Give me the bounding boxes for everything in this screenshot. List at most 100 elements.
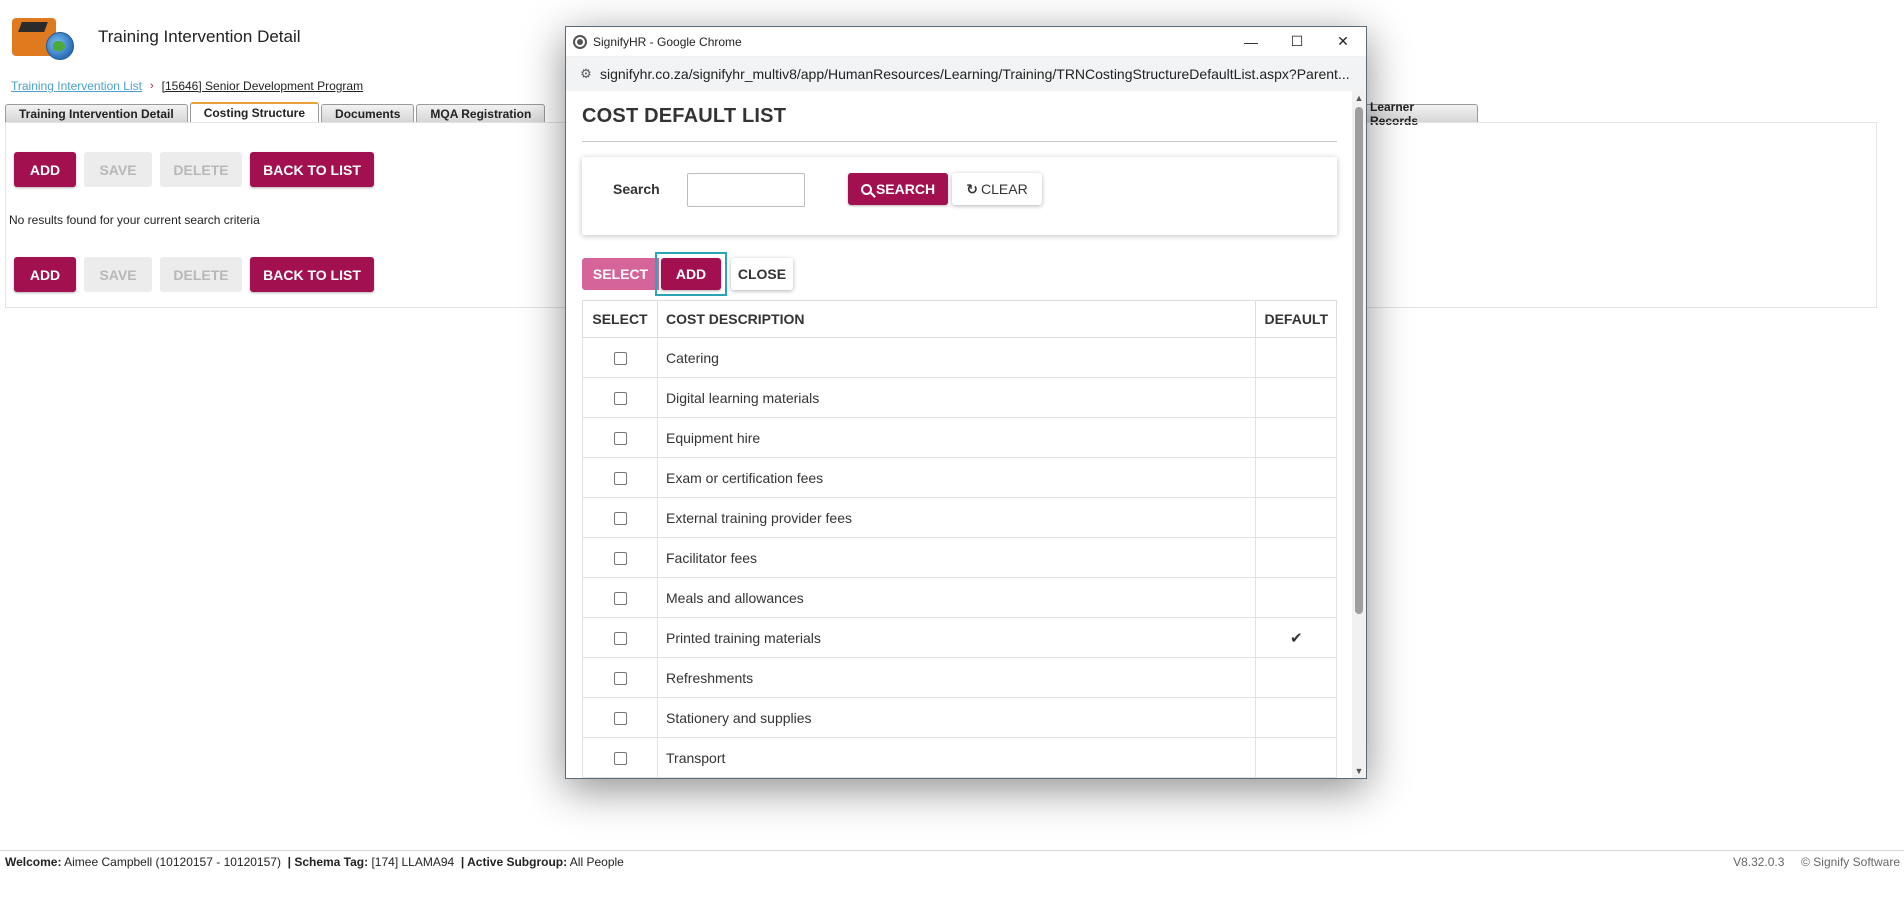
row-select-checkbox[interactable] <box>613 392 627 406</box>
back-to-list-button[interactable]: BACK TO LIST <box>250 152 374 187</box>
back-to-list-button-bottom[interactable]: BACK TO LIST <box>250 257 374 292</box>
minimize-icon[interactable]: — <box>1228 27 1274 57</box>
row-select-checkbox[interactable] <box>613 712 627 726</box>
cost-description-cell: Catering <box>656 337 1257 378</box>
delete-button-bottom[interactable]: DELETE <box>160 257 242 292</box>
table-row[interactable]: Digital learning materials <box>582 377 1337 418</box>
search-label: Search <box>613 181 660 197</box>
top-toolbar: ADD SAVE DELETE BACK TO LIST <box>14 152 374 187</box>
table-body: Catering Digital learning materials Equipm… <box>582 337 1337 778</box>
row-select-checkbox[interactable] <box>613 752 627 766</box>
select-cell <box>582 377 658 418</box>
select-cell <box>582 617 658 658</box>
table-row[interactable]: Exam or certification fees <box>582 457 1337 498</box>
default-cell <box>1255 497 1337 538</box>
save-button[interactable]: SAVE <box>84 152 152 187</box>
popup-scrollbar[interactable]: ▲ ▼ <box>1352 91 1366 778</box>
column-header-default[interactable]: DEFAULT <box>1255 300 1337 338</box>
url-text[interactable]: signifyhr.co.za/signifyhr_multiv8/app/Hu… <box>600 66 1350 82</box>
table-row[interactable]: External training provider fees <box>582 497 1337 538</box>
table-row[interactable]: Equipment hire <box>582 417 1337 458</box>
tab-mqa-registration[interactable]: MQA Registration <box>416 104 546 122</box>
cost-default-list-heading: COST DEFAULT LIST <box>582 105 787 127</box>
schema-label: | Schema Tag: <box>287 855 369 869</box>
select-cell <box>582 737 658 778</box>
welcome-value: Aimee Campbell (10120157 - 10120157) <box>64 855 281 869</box>
table-row[interactable]: Meals and allowances <box>582 577 1337 618</box>
copyright-text: © Signify Software <box>1801 855 1900 869</box>
delete-button[interactable]: DELETE <box>160 152 242 187</box>
tab-training-intervention-detail[interactable]: Training Intervention Detail <box>5 104 188 122</box>
breadcrumb-current[interactable]: [15646] Senior Development Program <box>162 79 363 93</box>
row-select-checkbox[interactable] <box>613 552 627 566</box>
select-cell <box>582 457 658 498</box>
cost-description-cell: Printed training materials <box>656 617 1257 658</box>
subgroup-label: | Active Subgroup: <box>460 855 568 869</box>
maximize-icon[interactable]: ☐ <box>1274 27 1320 57</box>
add-button[interactable]: ADD <box>14 152 76 187</box>
row-select-checkbox[interactable] <box>613 592 627 606</box>
default-cell <box>1255 577 1337 618</box>
breadcrumb: Training Intervention List › [15646] Sen… <box>11 79 363 93</box>
default-cell <box>1255 737 1337 778</box>
table-row[interactable]: Catering <box>582 337 1337 378</box>
row-select-checkbox[interactable] <box>613 432 627 446</box>
refresh-icon: ↻ <box>966 180 979 197</box>
add-button-focus-ring: ADD <box>655 252 727 296</box>
status-footer: Welcome: Aimee Campbell (10120157 - 1012… <box>0 850 1904 870</box>
cost-default-table: SELECT COST DESCRIPTION DEFAULT Catering… <box>582 300 1337 778</box>
window-titlebar[interactable]: SignifyHR - Google Chrome — ☐ ✕ <box>566 27 1366 57</box>
signify-logo <box>10 14 74 60</box>
close-window-icon[interactable]: ✕ <box>1320 27 1366 57</box>
search-input[interactable] <box>687 173 805 207</box>
tab-documents[interactable]: Documents <box>321 104 415 122</box>
heading-divider <box>582 141 1337 142</box>
select-cell <box>582 657 658 698</box>
table-row[interactable]: Printed training materials ✔ <box>582 617 1337 658</box>
table-row[interactable]: Refreshments <box>582 657 1337 698</box>
row-select-checkbox[interactable] <box>613 512 627 526</box>
scroll-up-icon[interactable]: ▲ <box>1352 91 1366 105</box>
schema-value: [174] LLAMA94 <box>371 855 455 869</box>
row-select-checkbox[interactable] <box>613 352 627 366</box>
table-row[interactable]: Stationery and supplies <box>582 697 1337 738</box>
clear-button-label: CLEAR <box>981 181 1028 197</box>
popup-add-button[interactable]: ADD <box>661 258 721 290</box>
no-results-message: No results found for your current search… <box>9 213 260 227</box>
chrome-icon <box>573 34 587 49</box>
row-select-checkbox[interactable] <box>613 632 627 646</box>
table-row[interactable]: Facilitator fees <box>582 537 1337 578</box>
column-header-select[interactable]: SELECT <box>582 300 658 338</box>
cost-description-cell: Facilitator fees <box>656 537 1257 578</box>
select-cell <box>582 337 658 378</box>
select-cell <box>582 537 658 578</box>
search-icon <box>860 183 872 195</box>
row-select-checkbox[interactable] <box>613 672 627 686</box>
search-button[interactable]: SEARCH <box>848 173 948 205</box>
scroll-down-icon[interactable]: ▼ <box>1352 764 1366 778</box>
add-button-bottom[interactable]: ADD <box>14 257 76 292</box>
default-cell <box>1255 377 1337 418</box>
popup-close-button[interactable]: CLOSE <box>731 258 793 290</box>
save-button-bottom[interactable]: SAVE <box>84 257 152 292</box>
select-cell <box>582 417 658 458</box>
tab-learner-records[interactable]: Learner Records <box>1356 100 1478 128</box>
table-row[interactable]: Transport <box>582 737 1337 778</box>
column-header-cost-description[interactable]: COST DESCRIPTION <box>656 300 1257 338</box>
cost-description-cell: Equipment hire <box>656 417 1257 458</box>
site-settings-icon[interactable]: ⚙ <box>572 66 600 82</box>
app-header: Training Intervention Detail <box>10 14 301 60</box>
row-select-checkbox[interactable] <box>613 472 627 486</box>
table-header-row: SELECT COST DESCRIPTION DEFAULT <box>582 300 1337 338</box>
bottom-toolbar: ADD SAVE DELETE BACK TO LIST <box>14 257 374 292</box>
scrollbar-thumb[interactable] <box>1355 107 1363 614</box>
breadcrumb-list-link[interactable]: Training Intervention List <box>11 79 142 93</box>
address-bar[interactable]: ⚙ signifyhr.co.za/signifyhr_multiv8/app/… <box>566 57 1366 91</box>
clear-button[interactable]: ↻ CLEAR <box>952 173 1042 205</box>
window-title: SignifyHR - Google Chrome <box>593 34 742 49</box>
page-title: Training Intervention Detail <box>98 27 301 46</box>
default-cell <box>1255 697 1337 738</box>
tab-costing-structure[interactable]: Costing Structure <box>189 102 320 122</box>
select-button[interactable]: SELECT <box>582 258 659 290</box>
popup-content: COST DEFAULT LIST Search SEARCH ↻ CLEAR … <box>566 91 1354 778</box>
